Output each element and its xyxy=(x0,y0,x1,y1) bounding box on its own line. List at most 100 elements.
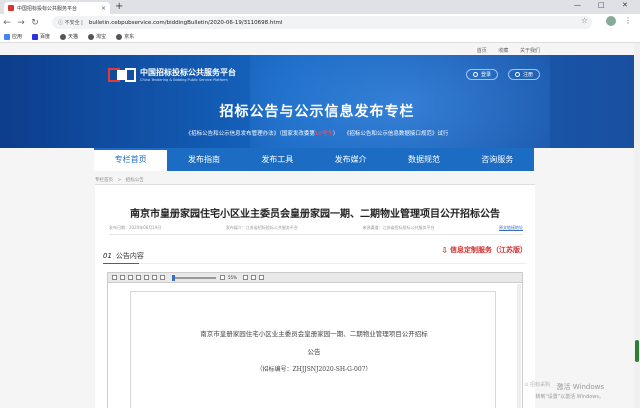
pdf-bid-number: （招标编号：ZHJJSNJ2020-SH-G-007） xyxy=(256,366,372,373)
pdf-page-icon[interactable] xyxy=(152,275,157,280)
banner-sub-part2: ） 《招标公告和公示信息数据接口规范》试行 xyxy=(332,131,449,137)
browser-tab-bar: 中国招标投标公共服务平台 × + — □ ✕ xyxy=(0,0,640,14)
home-link[interactable]: 首页 xyxy=(477,48,487,54)
site-banner: 中国招标投标公共服务平台 China Tendering & Bidding P… xyxy=(0,55,634,148)
page-scrollbar-thumb[interactable] xyxy=(635,340,639,362)
address-bar-row: ← → ↻ ⓘ 不安全 | bulletin.cebpubservice.com… xyxy=(0,14,640,31)
pdf-search-icon[interactable] xyxy=(258,275,264,280)
browser-tab[interactable]: 中国招标投标公共服务平台 × xyxy=(4,2,110,14)
site-logo[interactable]: 中国招标投标公共服务平台 China Tendering & Bidding P… xyxy=(108,67,236,82)
logo-mark-icon xyxy=(108,67,136,82)
account-avatar[interactable] xyxy=(606,16,616,26)
back-icon[interactable]: ← xyxy=(0,18,14,28)
pdf-zoom-in-icon[interactable] xyxy=(220,275,225,280)
bookmark-jd[interactable]: 京东 xyxy=(116,33,134,40)
banner-sub-red: 10号令 xyxy=(314,131,333,137)
tab-title: 中国招标投标公共服务平台 xyxy=(17,5,78,12)
section-underline xyxy=(103,263,139,264)
bookmark-apps[interactable]: 应用 xyxy=(4,33,22,40)
register-button[interactable]: 注册 xyxy=(508,69,541,80)
pdf-viewer: 55% 南京市皇册家园住宅小区业主委员会皇册家园一期、二期物业管理项目公开招标 … xyxy=(107,272,523,408)
banner-sub-part1: 《招标公告和公示信息发布管理办法》（国家发改委第 xyxy=(185,131,315,137)
logo-en-text: China Tendering & Bidding Public Service… xyxy=(140,78,228,82)
original-link[interactable]: 原文链接地址 xyxy=(499,225,523,231)
pdf-zoom-slider[interactable] xyxy=(172,274,216,281)
nav-guide[interactable]: 发布指南 xyxy=(167,148,240,171)
user-add-icon xyxy=(515,72,520,77)
custom-service-label: 信息定制服务（江苏版） xyxy=(450,246,527,254)
forward-icon[interactable]: → xyxy=(14,18,28,28)
nav-home[interactable]: 专栏首页 xyxy=(94,148,168,171)
section-header: 01 公告内容 xyxy=(103,251,144,261)
user-icon xyxy=(473,72,478,77)
section-number: 01 xyxy=(103,252,112,260)
pdf-rotate-icon[interactable] xyxy=(250,275,256,280)
logo-cn-text: 中国招标投标公共服务平台 xyxy=(140,68,236,77)
section-label: 公告内容 xyxy=(115,252,144,260)
pdf-zoom-level[interactable]: 55% xyxy=(228,275,237,280)
bookmark-label: 淘宝 xyxy=(96,34,107,40)
url-text: bulletin.cebpubservice.com/biddingBullet… xyxy=(88,19,283,26)
pdf-title-line2: 公告 xyxy=(307,348,321,356)
pdf-scrollbar[interactable] xyxy=(517,284,521,408)
bookmark-label: 应用 xyxy=(12,34,23,40)
article-title: 南京市皇册家园住宅小区业主委员会皇册家园一期、二期物业管理项目公开招标公告 xyxy=(130,209,500,220)
pdf-next-icon[interactable] xyxy=(144,275,149,280)
pdf-page: 南京市皇册家园住宅小区业主委员会皇册家园一期、二期物业管理项目公开招标 公告 （… xyxy=(130,291,496,408)
main-nav: 专栏首页 发布指南 发布工具 发布媒介 数据规范 咨询服务 xyxy=(94,148,534,171)
apps-icon xyxy=(4,33,10,40)
nav-consult[interactable]: 咨询服务 xyxy=(461,148,534,171)
article-meta: 发布日期：2020年06月19日 发布媒介：江苏省招标投标公共服务平台 来源渠道… xyxy=(109,225,523,231)
wechat-watermark: ⊙ 招标采购 xyxy=(524,382,550,388)
bookmark-label: 京东 xyxy=(124,34,135,40)
pdf-thumbnail-icon[interactable] xyxy=(112,275,117,280)
bookmark-taobao[interactable]: 淘宝 xyxy=(88,33,106,40)
favorite-link[interactable]: 收藏 xyxy=(498,48,508,54)
reload-icon[interactable]: ↻ xyxy=(28,18,42,28)
security-indicator[interactable]: ⓘ 不安全 | xyxy=(58,19,83,26)
maximize-icon[interactable]: □ xyxy=(598,1,605,9)
nav-spec[interactable]: 数据规范 xyxy=(387,148,460,171)
bookmark-label: 百度 xyxy=(40,34,51,40)
web-page: 首页 收藏 关于我们 中国招标投标公共服务平台 China Tendering … xyxy=(0,43,634,408)
pdf-prev-icon[interactable] xyxy=(136,275,141,280)
pdf-zoom-out-icon[interactable] xyxy=(160,275,165,280)
login-label: 登录 xyxy=(481,72,492,78)
minimize-icon[interactable]: — xyxy=(574,1,581,9)
site-favicon-icon xyxy=(8,5,14,11)
url-input[interactable]: ⓘ 不安全 | bulletin.cebpubservice.com/biddi… xyxy=(52,16,592,29)
pdf-fit-icon[interactable] xyxy=(242,275,248,280)
register-label: 注册 xyxy=(523,72,534,78)
zoom-slider-knob[interactable] xyxy=(172,274,175,281)
nav-tools[interactable]: 发布工具 xyxy=(241,148,314,171)
download-icon: ⇩ xyxy=(441,245,448,255)
taobao-icon xyxy=(88,33,95,40)
close-tab-icon[interactable]: × xyxy=(101,5,106,12)
section-divider xyxy=(139,263,527,264)
article-panel: 南京市皇册家园住宅小区业主委员会皇册家园一期、二期物业管理项目公开招标公告 发布… xyxy=(95,185,535,408)
close-window-icon[interactable]: ✕ xyxy=(622,1,628,9)
custom-service-link[interactable]: ⇩ 信息定制服务（江苏版） xyxy=(441,245,527,255)
meta-source: 发布媒介：江苏省招标投标公共服务平台 xyxy=(225,225,298,230)
meta-platform: 来源渠道：江苏省招标投标公共服务平台 xyxy=(362,225,435,230)
pdf-print-icon[interactable] xyxy=(120,275,125,280)
menu-dots-icon[interactable]: ⋮ xyxy=(624,16,632,25)
pdf-save-icon[interactable] xyxy=(128,275,133,280)
pdf-title-line1: 南京市皇册家园住宅小区业主委员会皇册家园一期、二期物业管理项目公开招标 xyxy=(200,330,428,338)
login-button[interactable]: 登录 xyxy=(466,69,499,80)
nav-media[interactable]: 发布媒介 xyxy=(314,148,387,171)
windows-activate-sub: 转到"设置"以激活 Windows。 xyxy=(535,394,604,400)
baidu-icon xyxy=(32,33,39,40)
banner-subtitle[interactable]: 《招标公告和公示信息发布管理办法》（国家发改委第10号令） 《招标公告和公示信息… xyxy=(0,129,634,137)
bookmark-baidu[interactable]: 百度 xyxy=(32,33,50,40)
new-tab-button[interactable]: + xyxy=(115,1,123,13)
windows-activate-title: 激活 Windows xyxy=(556,383,604,391)
about-link[interactable]: 关于我们 xyxy=(520,48,540,54)
top-links: 首页 收藏 关于我们 xyxy=(467,47,540,54)
bookmark-label: 天猫 xyxy=(68,34,79,40)
breadcrumb[interactable]: 专栏首页 > 招标公告 xyxy=(95,177,144,183)
meta-divider xyxy=(109,234,523,235)
bookmark-tmall[interactable]: 天猫 xyxy=(60,33,78,40)
meta-date: 发布日期：2020年06月19日 xyxy=(109,225,162,230)
bookmark-star-icon[interactable]: ☆ xyxy=(581,16,588,25)
